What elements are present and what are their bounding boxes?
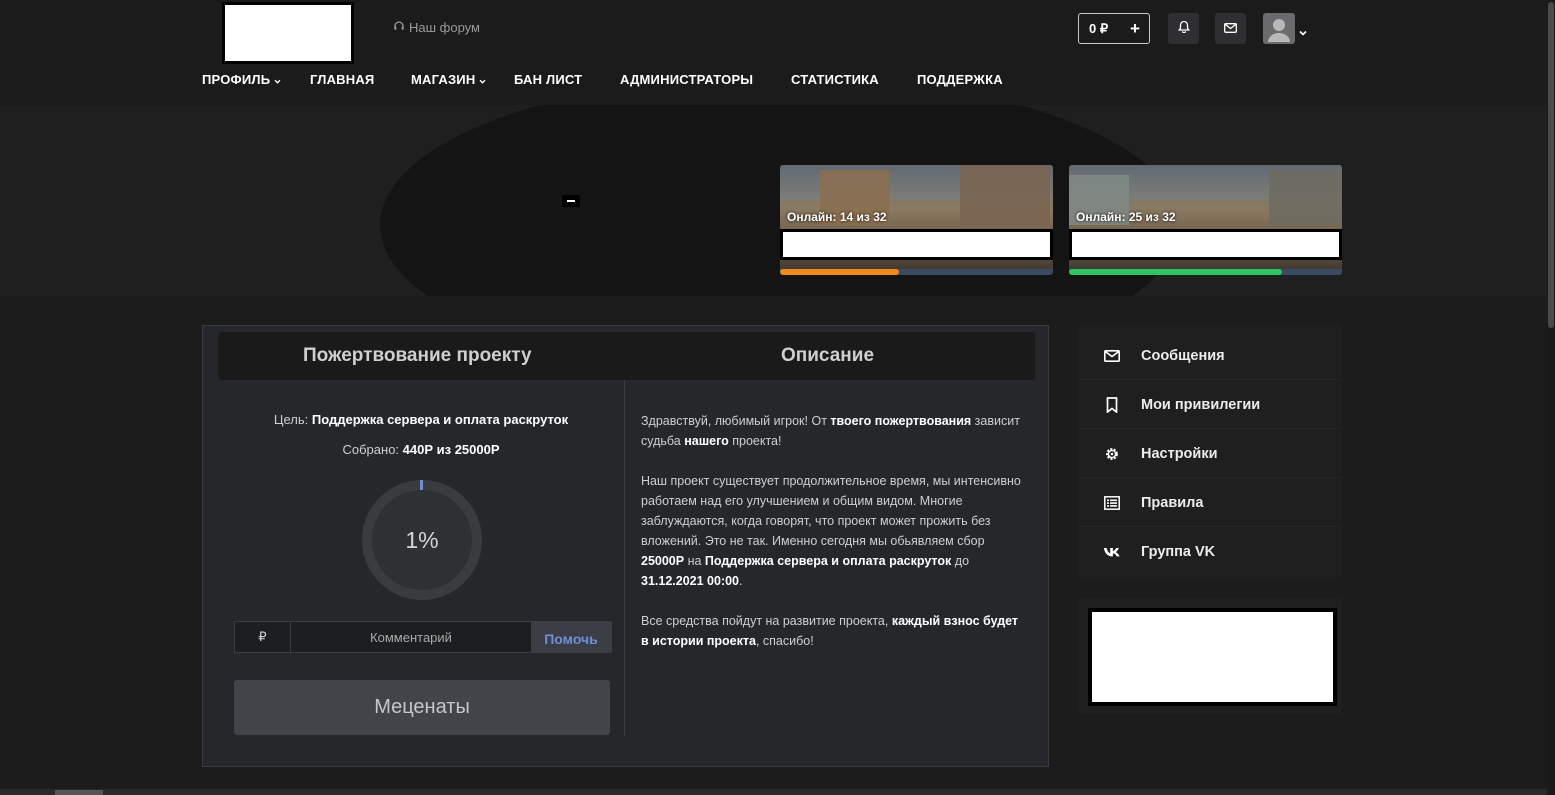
user-avatar-icon <box>1268 19 1290 42</box>
server-load-bar <box>780 269 1053 275</box>
chevron-down-icon <box>479 72 486 87</box>
bookmark-icon <box>1103 396 1121 414</box>
hero-placeholder-mark <box>562 195 580 207</box>
comment-input[interactable]: Комментарий <box>291 622 531 652</box>
description-paragraph: Все средства пойдут на развитие проекта,… <box>641 614 1019 648</box>
notifications-button[interactable] <box>1168 13 1199 44</box>
menu-item-label: Сообщения <box>1141 347 1225 364</box>
nav-stats[interactable]: СТАТИСТИКА <box>791 72 879 87</box>
description-paragraph: Наш проект существует продолжительное вр… <box>641 474 1021 588</box>
server-name-redacted <box>780 229 1053 260</box>
goal-label: Цель: <box>273 412 309 427</box>
description-text: Здравствуй, любимый игрок! От твоего пож… <box>641 411 1026 671</box>
widget-placeholder-redacted <box>1088 608 1337 706</box>
goal-value: Поддержка сервера и оплата раскруток <box>311 412 569 427</box>
server-map-building <box>960 165 1050 225</box>
user-menu: Сообщения Мои привилегии Настройки Прави… <box>1078 325 1342 577</box>
menu-item-settings[interactable]: Настройки <box>1078 430 1342 478</box>
help-button[interactable]: Помочь <box>531 622 611 652</box>
column-divider <box>624 380 625 736</box>
donation-title: Пожертвование проекту <box>303 345 532 366</box>
nav-banlist[interactable]: БАН ЛИСТ <box>514 72 582 87</box>
menu-item-vk[interactable]: Группа VK <box>1078 528 1342 576</box>
server-load-bar <box>1069 269 1342 275</box>
menu-item-rules[interactable]: Правила <box>1078 479 1342 527</box>
nav-admins[interactable]: АДМИНИСТРАТОРЫ <box>620 72 753 87</box>
bell-icon <box>1177 20 1190 38</box>
mail-icon <box>1224 20 1237 38</box>
panel-header: Пожертвование проекту Описание <box>218 332 1035 380</box>
vertical-scrollbar-thumb[interactable] <box>1548 2 1554 328</box>
nav-profile[interactable]: ПРОФИЛЬ <box>202 72 281 87</box>
site-logo[interactable] <box>222 2 354 64</box>
description-title: Описание <box>781 345 875 366</box>
site-header: Наш форум 0 ₽ + ПРОФИЛЬ ГЛАВНАЯ МАГАЗИН … <box>0 0 1547 105</box>
server-online: Онлайн: 14 из 32 <box>787 210 887 224</box>
gear-icon <box>1103 445 1121 463</box>
menu-item-label: Группа VK <box>1141 544 1216 560</box>
messages-button[interactable] <box>1215 13 1246 44</box>
add-funds-button[interactable]: + <box>1121 19 1149 39</box>
menu-item-label: Настройки <box>1141 445 1218 462</box>
side-widget <box>1078 598 1342 714</box>
server-map-building <box>1269 170 1342 225</box>
donation-collected: Собрано: 440Р из 25000Р <box>218 442 624 457</box>
chevron-down-icon[interactable] <box>1299 23 1307 41</box>
collected-label: Собрано: <box>342 442 400 457</box>
nav-home[interactable]: ГЛАВНАЯ <box>310 72 374 87</box>
server-card-1[interactable]: Онлайн: 14 из 32 <box>780 165 1053 275</box>
headset-icon <box>393 20 405 35</box>
server-load-fill <box>1069 269 1283 275</box>
nav-support[interactable]: ПОДДЕРЖКА <box>917 72 1003 87</box>
nav-shop-label: МАГАЗИН <box>411 72 476 87</box>
patrons-button[interactable]: Меценаты <box>234 680 610 735</box>
nav-profile-label: ПРОФИЛЬ <box>202 72 271 87</box>
menu-item-label: Мои привилегии <box>1141 396 1261 413</box>
envelope-icon <box>1103 347 1121 365</box>
user-avatar[interactable] <box>1263 13 1295 44</box>
menu-item-messages[interactable]: Сообщения <box>1078 332 1342 380</box>
menu-item-privileges[interactable]: Мои привилегии <box>1078 381 1342 429</box>
chevron-down-icon <box>274 72 281 87</box>
server-load-fill <box>780 269 900 275</box>
donation-panel: Пожертвование проекту Описание Цель: Под… <box>202 325 1049 767</box>
collected-value: 440Р из 25000Р <box>402 442 500 457</box>
donation-goal: Цель: Поддержка сервера и оплата раскрут… <box>218 412 624 427</box>
list-icon <box>1103 494 1121 512</box>
description-paragraph: Здравствуй, любимый игрок! От твоего пож… <box>641 414 1020 448</box>
vk-icon <box>1103 543 1121 561</box>
progress-ring: 1% <box>362 480 482 600</box>
progress-percent: 1% <box>372 490 472 590</box>
forum-link-label: Наш форум <box>409 20 480 35</box>
menu-item-label: Правила <box>1141 494 1204 511</box>
nav-shop[interactable]: МАГАЗИН <box>411 72 486 87</box>
balance-widget[interactable]: 0 ₽ + <box>1078 13 1150 44</box>
amount-input[interactable]: ₽ <box>235 622 291 652</box>
donation-form: ₽ Комментарий Помочь <box>234 621 612 653</box>
forum-link[interactable]: Наш форум <box>393 20 480 35</box>
server-card-2[interactable]: Онлайн: 25 из 32 <box>1069 165 1342 275</box>
horizontal-scrollbar-thumb[interactable] <box>55 790 103 795</box>
server-online: Онлайн: 25 из 32 <box>1076 210 1176 224</box>
horizontal-scrollbar[interactable] <box>0 789 1547 795</box>
progress-ring-fill <box>420 480 423 490</box>
balance-value: 0 ₽ <box>1089 20 1109 36</box>
server-name-redacted <box>1069 229 1342 260</box>
